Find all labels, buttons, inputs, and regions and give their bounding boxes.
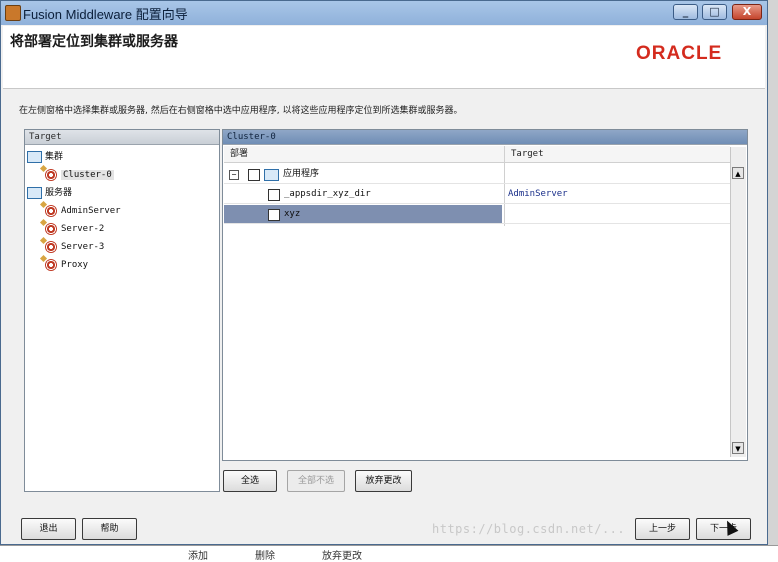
deployment-cell: _appsdir_xyz_dir [224,185,502,203]
target-cell: AdminServer [508,189,568,199]
app-icon [5,5,21,21]
tree-item-label: Cluster-0 [61,170,114,180]
folder-icon [27,186,42,199]
wizard-header: 将部署定位到集群或服务器 ORACLE [3,26,765,89]
table-row[interactable]: _appsdir_xyz_dir AdminServer [224,185,730,204]
close-icon: X [742,5,752,18]
deployment-cell: − 应用程序 [224,165,502,183]
deployment-panel-header: Cluster-0 [223,130,747,145]
table-row[interactable]: xyz [224,205,730,224]
minimize-button[interactable]: _ [673,4,698,20]
scroll-down-icon[interactable]: ▼ [732,442,744,454]
select-all-button[interactable]: 全选 [223,470,277,492]
wizard-window: Fusion Middleware 配置向导 _ □ X 将部署定位到集群或服务… [0,0,768,545]
deployment-cell: xyz [224,205,502,223]
tree-item-label: Proxy [61,260,89,270]
tree-item-cluster-folder[interactable]: 集群 [27,148,63,166]
target-tree-panel: Target 集群 Cluster-0 服务器 AdminServer Serv… [24,129,220,492]
oracle-logo: ORACLE [636,43,723,64]
page-title: 将部署定位到集群或服务器 [10,34,178,50]
maximize-icon: □ [709,5,720,18]
checkbox[interactable] [268,209,280,221]
tree-item-server-3[interactable]: Server-3 [45,238,104,256]
underlying-toolbar: 添加 删除 放弃更改 [0,545,778,562]
delete-item[interactable]: 删除 [255,547,275,562]
target-cell [504,205,508,223]
window-title: Fusion Middleware 配置向导 [23,7,188,22]
add-item[interactable]: 添加 [188,547,208,562]
scroll-up-icon[interactable]: ▲ [732,167,744,179]
tree-item-server-2[interactable]: Server-2 [45,220,104,238]
minimize-icon: _ [682,5,689,18]
folder-icon [264,169,279,181]
tree-item-servers-folder[interactable]: 服务器 [27,184,72,202]
maximize-button[interactable]: □ [702,4,727,20]
deselect-all-button[interactable]: 全部不选 [287,470,345,492]
row-label: xyz [284,209,301,219]
tree-item-proxy[interactable]: Proxy [45,256,88,274]
instruction-text: 在左侧窗格中选择集群或服务器, 然后在右侧窗格中选中应用程序, 以将这些应用程序… [19,106,463,116]
target-icon [45,168,57,181]
back-button[interactable]: 上一步 [635,518,690,540]
tree-item-cluster-0[interactable]: Cluster-0 [45,166,114,184]
target-icon [45,204,57,217]
tree-item-label: Server-3 [61,242,105,252]
title-bar[interactable]: Fusion Middleware 配置向导 _ □ X [1,1,767,25]
tree-item-label: 集群 [45,152,64,162]
tree-item-label: 服务器 [45,188,73,198]
checkbox[interactable] [248,169,260,181]
tree-item-label: Server-2 [61,224,105,234]
target-icon [45,240,57,253]
discard-changes-button[interactable]: 放弃更改 [355,470,412,492]
target-panel-header: Target [25,130,219,145]
vertical-scrollbar[interactable]: ▲ ▼ [730,147,746,457]
exit-button[interactable]: 退出 [21,518,76,540]
collapse-icon[interactable]: − [229,170,239,180]
target-cell [504,165,508,183]
table-row[interactable]: − 应用程序 [224,165,730,184]
deployment-panel: Cluster-0 部署 Target − 应用程序 _appsdir_xyz_… [222,129,748,461]
watermark: https://blog.csdn.net/... [432,522,626,536]
tree-item-adminserver[interactable]: AdminServer [45,202,121,220]
close-button[interactable]: X [732,4,762,20]
column-header-target[interactable]: Target [505,146,730,163]
folder-icon [27,150,42,163]
row-label: _appsdir_xyz_dir [284,189,371,199]
tree-item-label: AdminServer [61,206,121,216]
target-icon [45,222,57,235]
column-header-deployment[interactable]: 部署 [224,146,504,163]
row-label: 应用程序 [283,169,320,179]
background-edge [768,0,778,545]
discard-item[interactable]: 放弃更改 [322,547,362,562]
target-icon [45,258,57,271]
checkbox[interactable] [268,189,280,201]
help-button[interactable]: 帮助 [82,518,137,540]
